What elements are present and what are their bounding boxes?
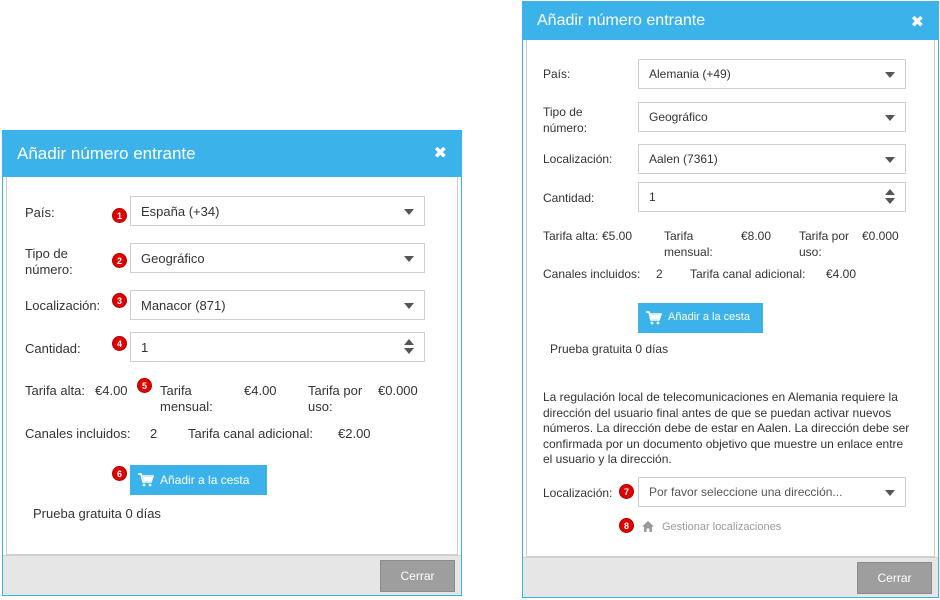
manage-locations-link[interactable]: Gestionar localizaciones (662, 521, 781, 533)
included-channels-value: 2 (656, 267, 663, 281)
dialog-body: País: Alemania (+49) Tipo de número: Geo… (526, 40, 935, 557)
number-type-label: Tipo de número: (25, 246, 73, 277)
location-label: Localización: (25, 298, 101, 313)
location-select[interactable]: Aalen (7361) (638, 144, 906, 174)
extra-channel-fee-value: €4.00 (826, 267, 857, 281)
dialog-footer: Cerrar (523, 557, 938, 597)
included-channels-label: Canales incluidos: (25, 426, 131, 441)
number-type-select[interactable]: Geográfico (130, 243, 425, 273)
monthly-fee-value: €8.00 (741, 229, 772, 243)
chevron-down-icon (404, 303, 414, 309)
marker-badge-7: 7 (619, 484, 634, 499)
setup-fee-label: Tarifa alta: (25, 383, 85, 398)
dialog-title: Añadir número entrante (537, 12, 706, 29)
setup-fee-value: €4.00 (95, 383, 128, 398)
quantity-label: Cantidad: (25, 341, 81, 356)
country-select[interactable]: Alemania (+49) (638, 59, 906, 89)
monthly-fee-label: Tarifa mensual: (160, 383, 213, 414)
extra-channel-fee-label: Tarifa canal adicional: (690, 267, 806, 281)
spinner-up-icon[interactable] (885, 189, 895, 195)
add-number-dialog-germany: Añadir número entrante ✖ País: Alemania … (522, 1, 939, 598)
country-select[interactable]: España (+34) (130, 196, 425, 226)
regulation-notice: La regulación local de telecomunicacione… (543, 390, 910, 466)
add-to-cart-label: Añadir a la cesta (668, 311, 750, 323)
usage-fee-label: Tarifa por uso: (308, 383, 363, 414)
dialog-title: Añadir número entrante (17, 144, 196, 163)
close-button[interactable]: Cerrar (857, 562, 932, 594)
number-type-select[interactable]: Geográfico (638, 102, 906, 132)
setup-fee-value: €5.00 (602, 229, 633, 243)
extra-channel-fee-value: €2.00 (338, 426, 371, 441)
chevron-down-icon (885, 72, 895, 78)
dialog-footer: Cerrar (3, 555, 461, 595)
quantity-value: 1 (649, 190, 656, 204)
add-to-cart-button[interactable]: Añadir a la cesta (130, 465, 267, 495)
cart-icon (646, 311, 662, 325)
marker-badge-2: 2 (112, 253, 127, 268)
usage-fee-value: €0.000 (862, 229, 899, 243)
dialog-body: País: 1 España (+34) Tipo de número: 2 G… (6, 177, 458, 555)
cart-icon (138, 473, 154, 487)
add-number-dialog-spain: Añadir número entrante ✖ País: 1 España … (2, 130, 462, 596)
spinner-down-icon[interactable] (404, 348, 414, 354)
add-to-cart-label: Añadir a la cesta (160, 473, 250, 487)
usage-fee-label: Tarifa por uso: (799, 229, 850, 259)
marker-badge-4: 4 (112, 336, 127, 351)
add-to-cart-button[interactable]: Añadir a la cesta (638, 303, 763, 333)
country-select-value: España (+34) (141, 204, 220, 219)
spinner-up-icon[interactable] (404, 339, 414, 345)
marker-badge-5: 5 (137, 378, 152, 393)
location-select-value: Manacor (871) (141, 298, 226, 313)
country-label: País: (543, 67, 571, 81)
address-select-placeholder: Por favor seleccione una dirección... (649, 485, 843, 499)
close-icon[interactable]: ✖ (911, 12, 924, 32)
number-type-select-value: Geográfico (649, 110, 708, 124)
free-trial-text: Prueba gratuita 0 días (550, 342, 669, 356)
dialog-titlebar: Añadir número entrante ✖ (523, 2, 938, 40)
chevron-down-icon (885, 115, 895, 121)
included-channels-label: Canales incluidos: (543, 267, 641, 281)
location-select[interactable]: Manacor (871) (130, 290, 425, 320)
chevron-down-icon (885, 157, 895, 163)
marker-badge-3: 3 (112, 293, 127, 308)
setup-fee-label: Tarifa alta: (543, 229, 599, 243)
quantity-stepper[interactable]: 1 (638, 182, 906, 212)
country-select-value: Alemania (+49) (649, 67, 731, 81)
quantity-spinner (404, 339, 414, 354)
home-icon (642, 521, 654, 532)
marker-badge-6: 6 (112, 466, 127, 481)
chevron-down-icon (885, 490, 895, 496)
dialog-titlebar: Añadir número entrante ✖ (3, 131, 461, 177)
included-channels-value: 2 (150, 426, 158, 441)
chevron-down-icon (404, 209, 414, 215)
quantity-label: Cantidad: (543, 191, 595, 205)
quantity-stepper[interactable]: 1 (130, 332, 425, 362)
marker-badge-1: 1 (112, 208, 127, 223)
free-trial-text: Prueba gratuita 0 días (33, 506, 161, 521)
location-select-value: Aalen (7361) (649, 152, 718, 166)
quantity-value: 1 (141, 340, 149, 355)
quantity-spinner (885, 189, 895, 204)
close-button[interactable]: Cerrar (380, 560, 455, 592)
marker-badge-8: 8 (619, 518, 634, 533)
extra-channel-fee-label: Tarifa canal adicional: (188, 426, 314, 441)
location-label: Localización: (543, 152, 613, 166)
usage-fee-value: €0.000 (378, 383, 418, 398)
monthly-fee-value: €4.00 (244, 383, 277, 398)
close-icon[interactable]: ✖ (434, 143, 447, 163)
number-type-label: Tipo de número: (543, 105, 588, 135)
number-type-select-value: Geográfico (141, 251, 205, 266)
chevron-down-icon (404, 256, 414, 262)
address-select[interactable]: Por favor seleccione una dirección... (638, 477, 906, 507)
country-label: País: (25, 205, 55, 220)
address-location-label: Localización: (543, 486, 613, 500)
spinner-down-icon[interactable] (885, 198, 895, 204)
monthly-fee-label: Tarifa mensual: (664, 229, 713, 259)
